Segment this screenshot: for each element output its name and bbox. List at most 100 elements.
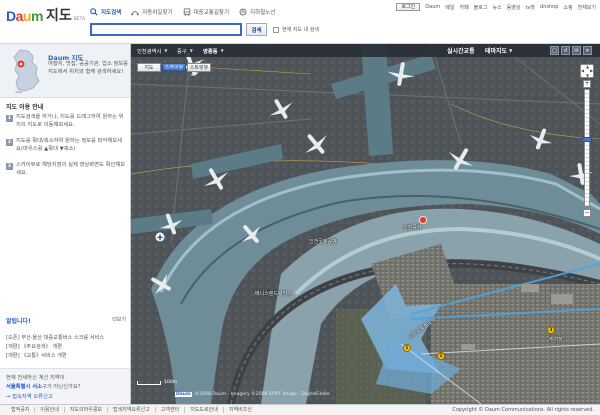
footer-link-support[interactable]: 고객센터	[156, 407, 186, 413]
notice-header: 알립니다! 더보기	[6, 316, 126, 325]
sidebar: Daum 지도 여행지, 맛집, 공공기관, 업소 정보를 지도에서 위치와 함…	[0, 44, 131, 404]
mail-icon[interactable]: ✉	[572, 46, 581, 55]
refresh-icon[interactable]: ↺	[561, 46, 570, 55]
nav-link-blog[interactable]: 블로그	[474, 4, 488, 11]
tab-car-route[interactable]: 자동차길찾기	[131, 8, 173, 16]
tab-subway[interactable]: 지하철노선	[239, 8, 275, 16]
realtime-traffic-button[interactable]: 실시간교통	[447, 45, 475, 56]
station-marker-icon[interactable]: 3	[547, 326, 555, 334]
notice-item[interactable]: [개편] 《주요검색》 개편	[6, 343, 128, 352]
nav-link-daum[interactable]: Daum	[425, 4, 440, 10]
report-location-error-link[interactable]: → 접속지역 오류신고	[6, 392, 53, 400]
car-route-icon	[131, 11, 140, 16]
nav-link-all[interactable]: 전체보기	[578, 4, 596, 11]
nav-link-tvpot[interactable]: tv팟	[526, 4, 536, 11]
airport-icon[interactable]	[155, 232, 165, 242]
search-input[interactable]	[90, 23, 242, 36]
verify-region-name: 서울특별시 서소	[6, 384, 42, 390]
map-label-terminal[interactable]: 인천국제공항	[309, 238, 337, 245]
footer-link-local-biz[interactable]: 지역비즈신	[224, 407, 257, 413]
nav-link-dnshop[interactable]: dnshop	[540, 4, 558, 10]
map-label-parking[interactable]: 주차장	[549, 336, 563, 343]
pan-up-icon[interactable]: ▲	[586, 64, 589, 69]
map-copyright: Daum ©2008 Daum - Imagery ©2008 SPOT Ima…	[175, 392, 330, 397]
close-icon[interactable]: ✕	[583, 46, 592, 55]
chevron-down-icon: ▼	[509, 48, 513, 53]
checkbox-label: 현재 지도 내 검색	[282, 27, 319, 33]
zoom-control: ▲ ▼ ◀ ▶ + −	[580, 64, 594, 217]
zoom-slider-handle[interactable]	[582, 137, 592, 142]
tab-skyview[interactable]: 스카이뷰	[162, 63, 186, 72]
login-button[interactable]: 로그인	[396, 3, 421, 11]
fullscreen-icon[interactable]: □	[550, 46, 559, 55]
nav-link-cafe[interactable]: 카페	[459, 4, 468, 11]
nav-link-mail[interactable]: 메일	[445, 4, 454, 11]
theme-map-button[interactable]: 테마지도 ▼	[485, 45, 512, 56]
intro-text: 여행지, 맛집, 공공기관, 업소 정보를 지도에서 위치와 함께 검색하세요!	[48, 61, 129, 75]
tab-map-search[interactable]: 지도검색	[90, 8, 121, 16]
tab-map[interactable]: 지도	[137, 63, 161, 72]
footer-copyright: Copyright © Daum Communications. All rig…	[452, 407, 594, 413]
station-marker-icon[interactable]: 2	[437, 352, 445, 360]
search-tabs: 지도검색 자동차길찾기 대중교통길찾기 지하철노선	[90, 8, 275, 16]
map-scale: 100m	[137, 380, 177, 385]
guide-step: 3 스카이뷰로 해당지점의 실제 영상화면도 확인해보세요.	[6, 162, 126, 177]
nav-link-news[interactable]: 뉴스	[492, 4, 501, 11]
logo-letter: a	[15, 8, 24, 24]
notice-item[interactable]: [오픈] 부산·울산 대중교통버스 스크롤 서비스	[6, 334, 128, 343]
footer-link-map-info[interactable]: 지도의마우콩보	[65, 407, 109, 413]
daum-mini-logo: Daum	[175, 392, 192, 397]
scale-label: 100m	[164, 380, 178, 385]
nav-link-video[interactable]: 동영상	[507, 4, 521, 11]
search-in-map-checkbox[interactable]: 현재 지도 내 검색	[273, 26, 319, 33]
pan-down-icon[interactable]: ▼	[586, 73, 589, 78]
footer-link-legal[interactable]: 법적공지	[6, 407, 36, 413]
copyright-text: ©2008 Daum - Imagery ©2008 SPOT Image · …	[194, 392, 330, 397]
notice-item[interactable]: [개편] 《교통》서비스 개편	[6, 352, 128, 361]
nav-link-shopping[interactable]: 쇼핑	[563, 4, 572, 11]
search-button[interactable]: 검색	[246, 23, 267, 36]
daum-map-logo[interactable]: Daum 지도 BETA	[6, 9, 85, 23]
station-marker-icon[interactable]: 1	[403, 344, 411, 352]
zoom-in-button[interactable]: +	[583, 80, 591, 88]
tab-label: 지하철노선	[250, 10, 276, 16]
footer-link-road-info[interactable]: 지도도로안내	[185, 407, 224, 413]
service-name: 지도	[45, 8, 72, 24]
location-pin-icon[interactable]	[419, 216, 427, 224]
guide-step: 1 지도검색을 하거나, 지도를 드래그하여 원하는 위치의 지도로 이동해보세…	[6, 114, 126, 129]
button-label: 실시간교통	[447, 48, 475, 55]
footer-link-guide[interactable]: 이용안내	[35, 407, 65, 413]
verify-region: 서울특별시 서소구가 아닌신가요?	[6, 382, 81, 390]
pan-right-icon[interactable]: ▶	[590, 68, 593, 73]
zoom-out-button[interactable]: −	[583, 209, 591, 217]
map-view[interactable]: 인천광역시 ▼ 중구 ▼ 영종동 ▼ 실시간교통 테마지도 ▼ □ ↺ ✉ ✕ 지도 스…	[131, 44, 600, 404]
region-select-city[interactable]: 인천광역시 ▼	[137, 46, 167, 55]
daum-logo: Daum	[6, 9, 43, 23]
skyview-aerial-image[interactable]	[131, 44, 600, 404]
guide-step: 2 지도를 확대/축소하여 원하는 정보를 파악해보세요(마우스휠 ▲확대 ▼축…	[6, 138, 126, 153]
footer-link-report[interactable]: 탑색지역요류신고	[108, 407, 156, 413]
tab-label: 대중교통길찾기	[193, 10, 230, 16]
pan-control[interactable]: ▲ ▼ ◀ ▶	[580, 64, 594, 78]
step-number: 3	[6, 163, 13, 170]
map-label-hotel[interactable]: 베니스랜드웨딩스	[255, 290, 292, 297]
map-type-tabs: 지도 스카이뷰 스트릿뷰	[137, 63, 211, 72]
scale-line	[137, 380, 161, 385]
logo-letter: u	[22, 8, 32, 24]
step-text: 스카이뷰로 해당지점의 실제 영상화면도 확인해보세요.	[16, 162, 126, 176]
region-select-dong[interactable]: 영종동 ▼	[203, 46, 224, 55]
footer: 법적공지 이용안내 지도의마우콩보 탑색지역요류신고 고객센터 지도도로안내 지…	[0, 404, 600, 415]
notice-more-link[interactable]: 더보기	[112, 316, 126, 325]
tab-label: 자동차길찾기	[142, 10, 173, 16]
location-verify-panel: 현재 전세하신 계신 지역이 서울특별시 서소구가 아닌신가요? → 접속지역 …	[0, 368, 130, 404]
map-label-poi[interactable]: 인천공항	[403, 224, 421, 231]
region-select-district[interactable]: 중구 ▼	[177, 46, 193, 55]
tab-streetview[interactable]: 스트릿뷰	[187, 63, 211, 72]
chevron-down-icon: ▼	[220, 48, 224, 53]
pan-left-icon[interactable]: ◀	[581, 68, 584, 73]
zoom-slider[interactable]	[582, 89, 592, 207]
logo-letter: D	[6, 8, 16, 24]
search-icon	[90, 8, 98, 16]
tab-transit-route[interactable]: 대중교통길찾기	[183, 8, 229, 16]
checkbox[interactable]	[273, 26, 279, 33]
